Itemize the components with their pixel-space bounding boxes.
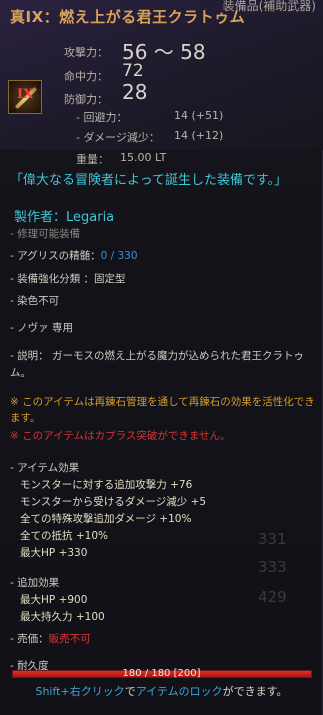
defense-label: 防御力： [64,93,108,106]
refine-note: ※ このアイテムは再錬石管理を通して再錬石の効果を活性化できます。 [10,396,315,424]
cron-line: - アグリスの精髄：0 / 330 [10,248,138,263]
item-effect: 最大HP +330 [20,547,88,559]
hint-key: Shift+右クリック [35,685,125,698]
damage-reduction-label: - ダメージ減少： [76,131,160,144]
hint-action: アイテムのロック [135,685,223,698]
repairable-text: - 修理可能装備 [10,228,81,240]
hint-tail: ができます。 [222,685,288,698]
sell-value: 販売不可 [48,633,91,645]
background-number: 429 [258,588,287,606]
item-effect: 全ての抵抗 +10% [20,530,108,542]
enhance-badge: IX [17,87,34,102]
accuracy-label: 命中力： [64,70,108,83]
dye-text: - 染色不可 [10,295,60,307]
durability-text: 180 / 180 [200] [122,668,201,679]
item-effects-title: - アイテム効果 [10,462,80,474]
item-tooltip: 331 333 429 装備品(補助武器) 真IX：燃え上がる君王クラトゥム I… [0,0,323,715]
background-number: 331 [258,530,287,548]
attack-label: 攻撃力： [64,46,108,59]
extra-effects-title: - 追加効果 [10,577,60,589]
item-maker: 製作者：Legaria [14,210,115,225]
hint-mid: で [124,685,136,698]
item-effect: モンスターに対する追加攻撃力 +76 [20,479,193,491]
item-description: - 説明： ガーモスの燃え上がる魔力が込められた君王クラトゥム。 [10,350,304,379]
sell-label: - 売価： [10,633,49,645]
nova-exclusive-text: - ノヴァ 専用 [10,322,73,334]
accuracy-value: 72 [122,61,144,81]
item-title: 真IX：燃え上がる君王クラトゥム [10,8,246,26]
caphras-note: ※ このアイテムはカプラス突破ができません。 [10,430,231,442]
sell-line: - 売価：販売不可 [10,631,91,646]
item-icon: IX [8,80,42,114]
enhance-type-text: - 装備強化分類 ：固定型 [10,273,126,285]
defense-value: 28 [122,80,148,104]
background-number: 333 [258,558,287,576]
item-effect: 全ての特殊攻撃追加ダメージ +10% [20,513,192,525]
evasion-value: 14 (+51) [174,109,224,122]
extra-effect: 最大持久力 +100 [20,611,105,623]
cron-value: 0 / 330 [100,250,138,262]
weight-value: 15.00 LT [120,151,167,164]
weight-label: 重量： [76,153,109,166]
evasion-label: - 回避力： [76,111,128,124]
lock-hint: Shift+右クリックでアイテムのロックができます。 [0,683,323,699]
extra-effect: 最大HP +900 [20,594,88,606]
item-quote: 「偉大なる冒険者によって誕生した装備です。」 [10,173,288,188]
cron-label: - アグリスの精髄： [10,250,101,262]
item-effect: モンスターから受けるダメージ減少 +5 [20,496,207,508]
damage-reduction-value: 14 (+12) [174,129,224,142]
